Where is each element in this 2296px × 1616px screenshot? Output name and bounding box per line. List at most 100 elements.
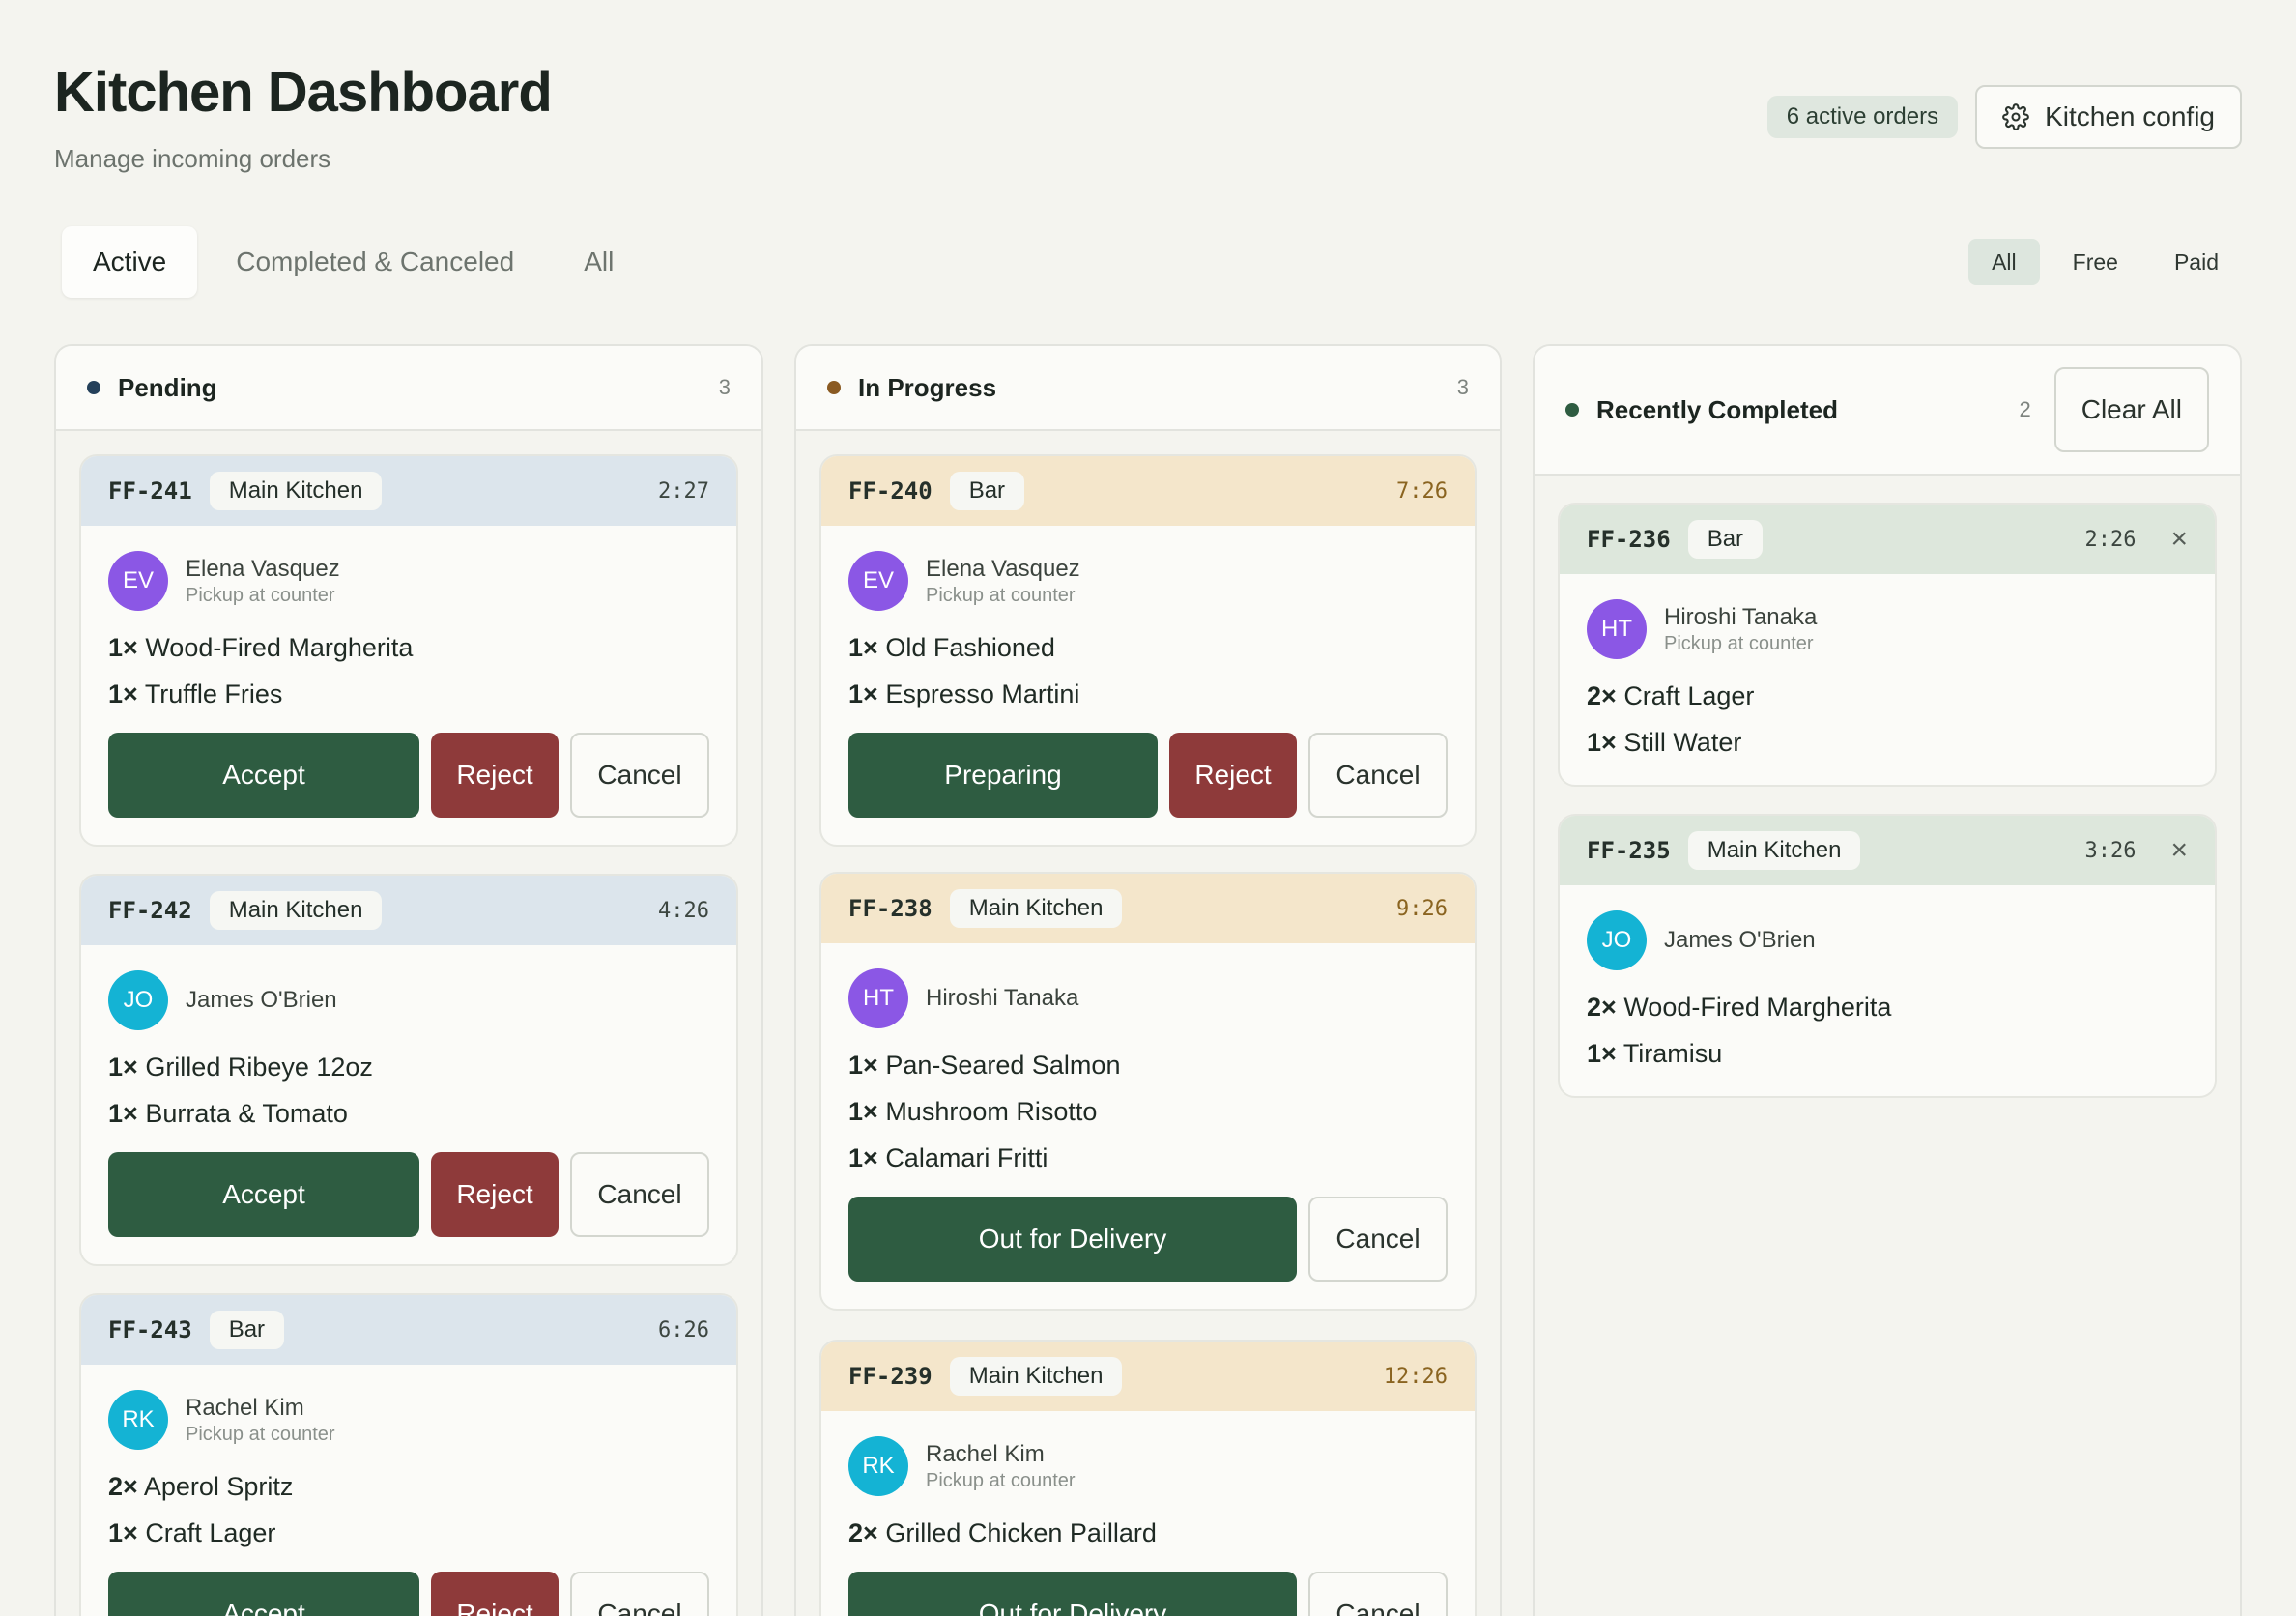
clear-all-button[interactable]: Clear All [2053,367,2209,452]
order-item: 1× Espresso Martini [848,671,1448,717]
avatar: JO [1587,910,1647,970]
order-timer: 3:26 [2084,838,2137,863]
item-qty: 1× [108,679,138,708]
page-subtitle: Manage incoming orders [54,144,331,173]
station-badge: Main Kitchen [1687,831,1861,870]
completed-column-header: Recently Completed 2 Clear All [1535,346,2240,476]
cancel-button[interactable]: Cancel [1308,733,1448,818]
cancel-button[interactable]: Cancel [570,1572,709,1616]
order-timer: 7:26 [1396,478,1448,504]
accept-button[interactable]: Accept [108,733,419,818]
cancel-button[interactable]: Cancel [1308,1572,1448,1616]
customer-name: Hiroshi Tanaka [926,985,1079,1011]
tab-all[interactable]: All [553,226,645,298]
column-count: 3 [1456,375,1469,399]
kitchen-config-label: Kitchen config [2045,101,2215,131]
customer-name: Elena Vasquez [926,555,1080,582]
order-id: FF-240 [848,477,933,505]
out-for-delivery-button[interactable]: Out for Delivery [848,1572,1297,1616]
order-item: 1× Grilled Ribeye 12oz [108,1044,709,1090]
cancel-button[interactable]: Cancel [570,1152,709,1237]
station-badge: Main Kitchen [209,891,383,930]
recently-completed-column: Recently Completed 2 Clear All FF-236 Ba… [1533,344,2242,1616]
order-card: FF-235 Main Kitchen 3:26 × JO James O'Br… [1558,814,2217,1098]
filter-all[interactable]: All [1968,239,2040,285]
close-icon[interactable]: × [2170,836,2188,865]
tab-active[interactable]: Active [62,226,198,298]
order-id: FF-241 [108,477,192,505]
order-id: FF-236 [1587,526,1671,553]
customer-info: EV Elena Vasquez Pickup at counter [848,551,1448,611]
item-qty: 1× [1587,728,1617,757]
reject-button[interactable]: Reject [431,1572,559,1616]
order-timer: 9:26 [1396,896,1448,921]
station-badge: Main Kitchen [949,1357,1123,1396]
accept-button[interactable]: Accept [108,1572,419,1616]
order-item: 2× Craft Lager [1587,673,2188,719]
pending-column: Pending 3 FF-241 Main Kitchen 2:27 EV El… [54,344,763,1616]
order-item: 1× Burrata & Tomato [108,1090,709,1137]
customer-note: Pickup at counter [926,1469,1076,1491]
customer-note: Pickup at counter [186,584,335,606]
order-timer: 2:26 [2084,527,2137,552]
item-qty: 1× [108,1099,138,1128]
accept-button[interactable]: Accept [108,1152,419,1237]
item-qty: 2× [848,1518,878,1547]
in-progress-column: In Progress 3 FF-240 Bar 7:26 EV Elena V… [794,344,1502,1616]
item-name: Truffle Fries [144,679,283,708]
order-item: 1× Old Fashioned [848,624,1448,671]
filter-paid[interactable]: Paid [2151,239,2242,285]
customer-info: JO James O'Brien [1587,910,2188,970]
status-dot [1565,403,1579,417]
reject-button[interactable]: Reject [431,733,559,818]
order-item: 1× Truffle Fries [108,671,709,717]
order-timer: 4:26 [658,898,709,923]
order-id: FF-242 [108,897,192,924]
item-name: Wood-Fired Margherita [1623,993,1892,1022]
item-qty: 2× [1587,681,1617,710]
reject-button[interactable]: Reject [1169,733,1297,818]
station-badge: Main Kitchen [209,472,383,510]
reject-button[interactable]: Reject [431,1152,559,1237]
preparing-button[interactable]: Preparing [848,733,1158,818]
item-qty: 2× [1587,993,1617,1022]
order-card-header: FF-241 Main Kitchen 2:27 [81,456,736,526]
order-card-header: FF-243 Bar 6:26 [81,1295,736,1365]
order-id: FF-243 [108,1316,192,1343]
customer-note: Pickup at counter [186,1423,335,1445]
cancel-button[interactable]: Cancel [570,733,709,818]
order-item: 1× Craft Lager [108,1510,709,1556]
avatar: JO [108,970,168,1030]
order-item: 1× Calamari Fritti [848,1135,1448,1181]
order-item: 2× Grilled Chicken Paillard [848,1510,1448,1556]
out-for-delivery-button[interactable]: Out for Delivery [848,1197,1297,1282]
station-badge: Main Kitchen [949,889,1123,928]
avatar: EV [108,551,168,611]
tab-completed-canceled[interactable]: Completed & Canceled [205,226,545,298]
order-id: FF-238 [848,895,933,922]
filter-free[interactable]: Free [2050,239,2141,285]
order-timer: 12:26 [1383,1364,1448,1389]
order-card: FF-239 Main Kitchen 12:26 RK Rachel Kim … [819,1340,1477,1616]
order-item: 1× Pan-Seared Salmon [848,1042,1448,1088]
column-title: In Progress [858,372,997,402]
customer-name: Rachel Kim [186,1394,304,1421]
kitchen-config-button[interactable]: Kitchen config [1975,85,2242,149]
page-header: Kitchen Dashboard Manage incoming orders [54,60,553,174]
page-title: Kitchen Dashboard [54,61,553,124]
status-dot [827,381,841,394]
avatar: RK [848,1436,908,1496]
item-qty: 1× [848,679,878,708]
order-card-header: FF-239 Main Kitchen 12:26 [821,1342,1475,1411]
order-item: 1× Wood-Fired Margherita [108,624,709,671]
order-card: FF-236 Bar 2:26 × HT Hiroshi Tanaka Pick… [1558,503,2217,787]
status-tabs: Active Completed & Canceled All [62,226,645,298]
item-name: Old Fashioned [885,633,1055,662]
order-card: FF-243 Bar 6:26 RK Rachel Kim Pickup at … [79,1293,738,1616]
customer-name: Rachel Kim [926,1440,1045,1467]
cancel-button[interactable]: Cancel [1308,1197,1448,1282]
order-card-header: FF-240 Bar 7:26 [821,456,1475,526]
close-icon[interactable]: × [2170,525,2188,554]
customer-name: Hiroshi Tanaka [1664,603,1818,630]
avatar: HT [1587,599,1647,659]
